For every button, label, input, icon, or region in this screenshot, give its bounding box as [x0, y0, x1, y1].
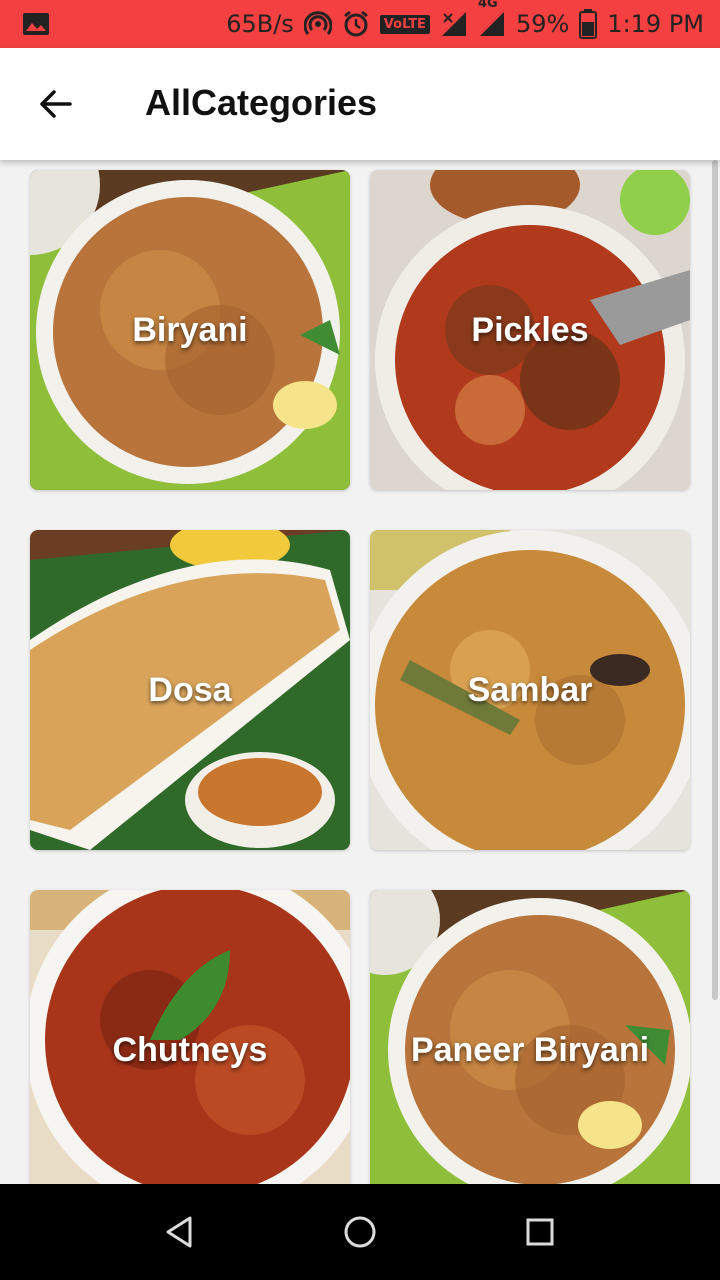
category-card-paneer-biryani[interactable]: Paneer Biryani [370, 890, 690, 1184]
status-bar: 65B/s VoLTE 4G 59% 1:19 PM [0, 0, 720, 48]
signal-4g: 4G [478, 0, 506, 38]
category-label: Pickles [471, 310, 589, 349]
category-card-pickles[interactable]: Pickles [370, 170, 690, 490]
back-arrow-icon[interactable] [36, 84, 76, 124]
network-type: 4G [477, 0, 498, 11]
nav-back-icon[interactable] [160, 1212, 200, 1252]
app-bar: AllCategories [0, 48, 720, 160]
category-card-sambar[interactable]: Sambar [370, 530, 690, 850]
nav-home-icon[interactable] [340, 1212, 380, 1252]
signal-4g-icon [479, 12, 504, 36]
alarm-icon [343, 10, 368, 37]
system-nav-bar [0, 1184, 720, 1280]
hotspot-icon [303, 11, 332, 35]
page-title: AllCategories [145, 82, 378, 123]
battery-icon [579, 9, 598, 39]
scrollbar[interactable] [712, 160, 718, 1000]
image-notification-icon [23, 13, 49, 35]
volte-badge: VoLTE [379, 14, 430, 34]
nav-recents-icon[interactable] [520, 1212, 560, 1252]
category-card-chutneys[interactable]: Chutneys [30, 890, 350, 1184]
network-speed: 65B/s [226, 10, 294, 38]
category-label: Paneer Biryani [410, 1030, 650, 1069]
category-label: Biryani [132, 310, 248, 349]
clock: 1:19 PM [607, 10, 704, 38]
category-label: Chutneys [112, 1030, 268, 1069]
category-label: Sambar [467, 670, 593, 709]
signal-icon [441, 12, 466, 36]
category-label: Dosa [148, 670, 232, 709]
category-card-dosa[interactable]: Dosa [30, 530, 350, 850]
category-grid: Biryani Pickles Dosa Sambar Chutneys Pan… [0, 160, 720, 1184]
category-card-biryani[interactable]: Biryani [30, 170, 350, 490]
battery-percent: 59% [515, 10, 570, 38]
